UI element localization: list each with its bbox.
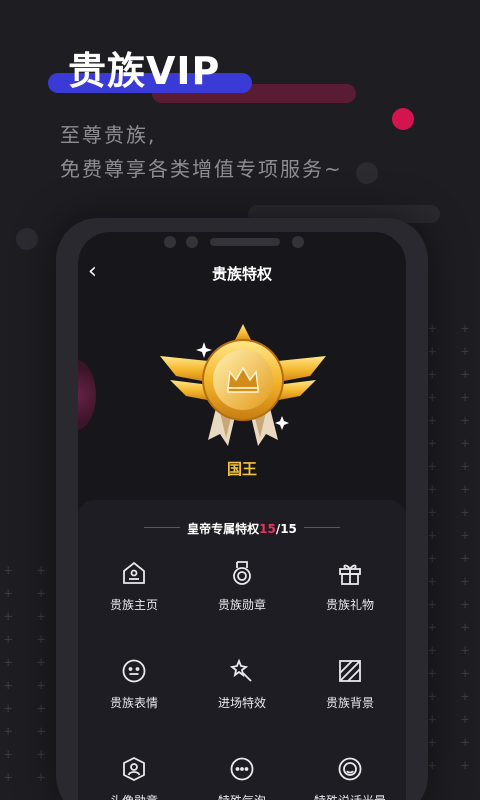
hero-subtitle: 至尊贵族, 免费尊享各类增值专项服务~ <box>60 118 343 186</box>
decorative-circle <box>356 162 378 184</box>
privilege-item-entrance-effect[interactable]: 进场特效 <box>188 658 296 711</box>
section-title-text: 皇帝专属特权 <box>187 522 260 536</box>
phone-camera <box>164 236 176 248</box>
header-title: 贵族特权 <box>211 265 272 283</box>
medal-icon <box>233 561 251 585</box>
privilege-item-avatar-badge[interactable]: 头像勋章 <box>80 756 188 800</box>
privilege-label: 特殊气泡 <box>188 792 296 800</box>
hero-subtitle-line1: 至尊贵族, <box>60 123 157 147</box>
rank-name: 国王 <box>226 460 257 478</box>
homepage-icon <box>123 561 145 584</box>
privilege-label: 贵族表情 <box>109 696 158 710</box>
phone-camera <box>186 236 198 248</box>
privilege-label: 特殊说话光晕 <box>296 792 404 800</box>
gift-icon <box>339 564 361 585</box>
privilege-item-medal[interactable]: 贵族勋章 <box>188 560 296 613</box>
privilege-label: 贵族礼物 <box>325 598 374 612</box>
hero-subtitle-line2: 免费尊享各类增值专项服务~ <box>60 157 343 181</box>
section-count-current: 15 <box>259 522 276 536</box>
privilege-label: 头像勋章 <box>80 792 188 800</box>
background-icon <box>339 660 361 682</box>
privileges-panel: 皇帝专属特权15/15 贵族主页 贵族勋章 贵族礼物 贵族表情 进场特效 贵族背… <box>78 500 406 800</box>
king-medal-icon <box>160 324 326 446</box>
phone-screen: ‹ 贵族特权 国王 皇帝专属特权15/15 贵族主页 贵族勋章 贵族礼物 贵族表… <box>78 232 406 800</box>
privilege-item-halo[interactable]: 特殊说话光晕 <box>296 756 404 800</box>
avatar-badge-icon <box>123 756 145 782</box>
phone-camera <box>292 236 304 248</box>
app-header: ‹ 贵族特权 <box>78 257 406 291</box>
previous-medal-peek[interactable] <box>78 360 96 430</box>
decorative-red-dot <box>392 108 414 130</box>
privilege-item-chat-bubble[interactable]: 特殊气泡 <box>188 756 296 800</box>
section-title: 皇帝专属特权15/15 <box>78 520 406 537</box>
privilege-item-emoji[interactable]: 贵族表情 <box>80 658 188 711</box>
emoji-icon <box>122 659 146 683</box>
hero-title: 贵族VIP <box>68 49 221 93</box>
left-plus-pattern: + + + + + + + + + + + + + + + + + + + + <box>4 563 54 786</box>
phone-speaker <box>210 238 280 246</box>
privilege-label: 贵族背景 <box>325 696 374 710</box>
privilege-item-gift[interactable]: 贵族礼物 <box>296 560 404 613</box>
privilege-item-homepage[interactable]: 贵族主页 <box>80 560 188 613</box>
privilege-label: 贵族勋章 <box>217 598 266 612</box>
privilege-label: 进场特效 <box>217 696 266 710</box>
halo-icon <box>338 757 362 781</box>
privilege-item-background[interactable]: 贵族背景 <box>296 658 404 711</box>
right-plus-pattern: + + + + + + + + + + + + + + + + + + + + + + + + + + +… <box>428 321 478 774</box>
section-count-total: /15 <box>275 522 297 536</box>
chat-bubble-icon <box>230 757 254 781</box>
privilege-label: 贵族主页 <box>109 598 158 612</box>
decorative-circle <box>16 228 38 250</box>
magic-wand-icon <box>229 658 252 682</box>
divider-right <box>304 527 340 528</box>
